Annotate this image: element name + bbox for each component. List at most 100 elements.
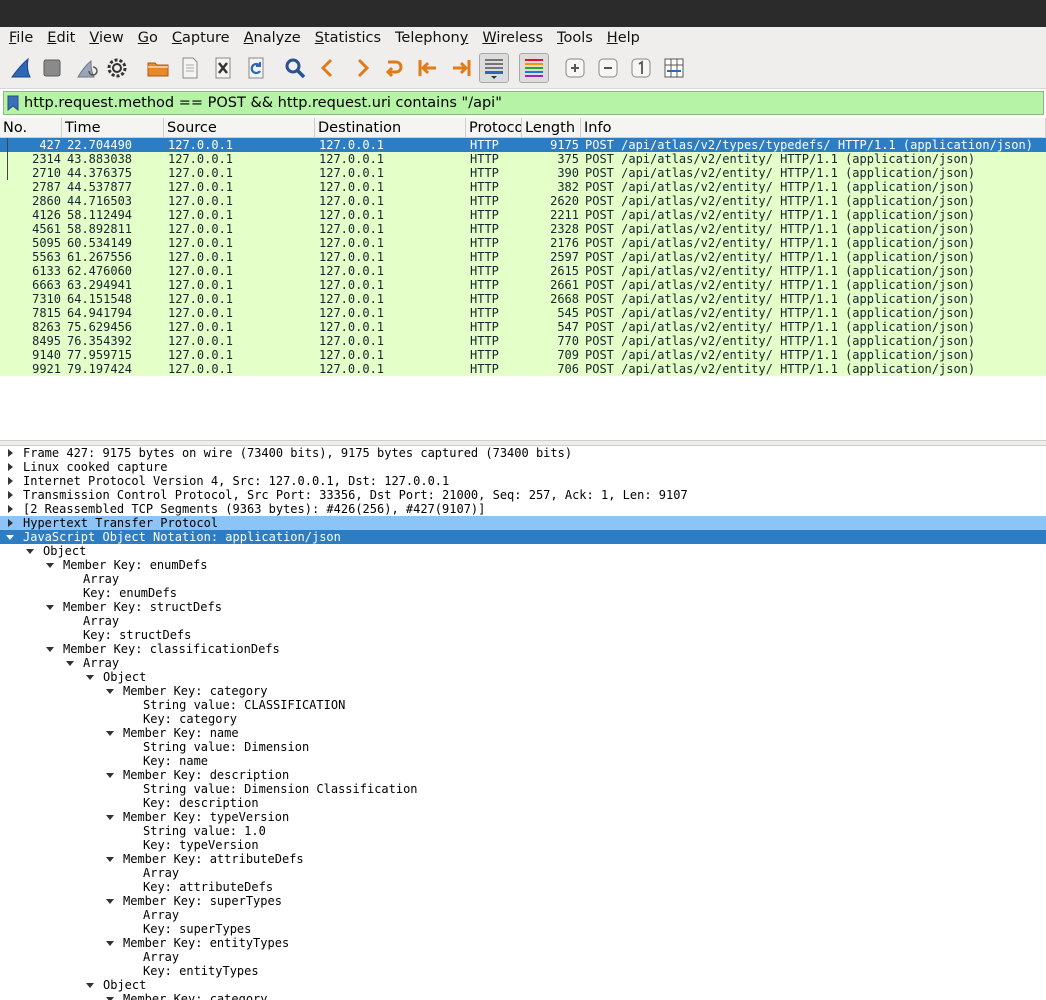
tree-item[interactable]: Object xyxy=(0,978,1046,992)
stop-icon[interactable] xyxy=(37,53,67,83)
shark-fin-icon[interactable] xyxy=(6,53,36,83)
file-icon[interactable] xyxy=(175,53,205,83)
go-forward-icon[interactable] xyxy=(347,53,377,83)
expand-arrow-icon[interactable] xyxy=(105,768,115,782)
tree-item[interactable]: Array xyxy=(0,572,1046,586)
tree-item[interactable]: Member Key: structDefs xyxy=(0,600,1046,614)
expand-arrow-icon[interactable] xyxy=(105,852,115,866)
display-filter-bar[interactable]: http.request.method == POST && http.requ… xyxy=(3,91,1044,115)
tree-item[interactable]: Object xyxy=(0,544,1046,558)
tree-item[interactable]: Key: structDefs xyxy=(0,628,1046,642)
tree-item[interactable]: Key: description xyxy=(0,796,1046,810)
tree-item[interactable]: Key: attributeDefs xyxy=(0,880,1046,894)
column-header[interactable]: Destination xyxy=(315,118,466,138)
tree-item[interactable]: Array xyxy=(0,656,1046,670)
table-row[interactable]: 5095 60.534149 127.0.0.1 127.0.0.1 HTTP 2176 P… xyxy=(0,236,1046,250)
autoscroll-icon[interactable] xyxy=(479,53,509,83)
tree-item[interactable]: Internet Protocol Version 4, Src: 127.0.… xyxy=(0,474,1046,488)
column-header[interactable]: Protoco xyxy=(466,118,522,138)
column-header[interactable]: Time xyxy=(62,118,164,138)
column-header[interactable]: Source xyxy=(164,118,315,138)
collapse-arrow-icon[interactable] xyxy=(5,446,15,460)
zoom-out-icon[interactable] xyxy=(593,53,623,83)
column-header[interactable]: Info xyxy=(581,118,1046,138)
options-gear-icon[interactable] xyxy=(102,53,132,83)
expand-arrow-icon[interactable] xyxy=(45,558,55,572)
tree-item[interactable]: Hypertext Transfer Protocol xyxy=(0,516,1046,530)
table-row[interactable]: 2860 44.716503 127.0.0.1 127.0.0.1 HTTP 2620 P… xyxy=(0,194,1046,208)
table-row[interactable]: 4561 58.892811 127.0.0.1 127.0.0.1 HTTP 2328 P… xyxy=(0,222,1046,236)
table-row[interactable]: 9921 79.197424 127.0.0.1 127.0.0.1 HTTP 706 PO… xyxy=(0,362,1046,376)
colorize-icon[interactable] xyxy=(519,53,549,83)
expand-arrow-icon[interactable] xyxy=(5,530,15,544)
tree-item[interactable]: Key: superTypes xyxy=(0,922,1046,936)
first-packet-icon[interactable] xyxy=(413,53,443,83)
collapse-arrow-icon[interactable] xyxy=(5,488,15,502)
tree-item[interactable]: String value: CLASSIFICATION xyxy=(0,698,1046,712)
reload-icon[interactable] xyxy=(241,53,271,83)
table-row[interactable]: 5563 61.267556 127.0.0.1 127.0.0.1 HTTP 2597 P… xyxy=(0,250,1046,264)
tree-item[interactable]: Key: enumDefs xyxy=(0,586,1046,600)
tree-item[interactable]: Linux cooked capture xyxy=(0,460,1046,474)
tree-item[interactable]: Key: entityTypes xyxy=(0,964,1046,978)
tree-item[interactable]: String value: Dimension Classification xyxy=(0,782,1046,796)
tree-item[interactable]: Key: category xyxy=(0,712,1046,726)
normal-size-icon[interactable] xyxy=(626,53,656,83)
tree-item[interactable]: Member Key: attributeDefs xyxy=(0,852,1046,866)
tree-item[interactable]: Member Key: entityTypes xyxy=(0,936,1046,950)
table-row[interactable]: 8263 75.629456 127.0.0.1 127.0.0.1 HTTP 547 PO… xyxy=(0,320,1046,334)
table-row[interactable]: 7310 64.151548 127.0.0.1 127.0.0.1 HTTP 2668 P… xyxy=(0,292,1046,306)
jump-to-icon[interactable] xyxy=(380,53,410,83)
table-row[interactable]: 2710 44.376375 127.0.0.1 127.0.0.1 HTTP 390 PO… xyxy=(0,166,1046,180)
table-row[interactable]: 2314 43.883038 127.0.0.1 127.0.0.1 HTTP 375 PO… xyxy=(0,152,1046,166)
tree-item[interactable]: Key: name xyxy=(0,754,1046,768)
expand-arrow-icon[interactable] xyxy=(45,600,55,614)
search-icon[interactable] xyxy=(280,53,310,83)
menu-item[interactable]: Go xyxy=(131,27,165,49)
tree-item[interactable]: Member Key: category xyxy=(0,684,1046,698)
tree-item[interactable]: Member Key: typeVersion xyxy=(0,810,1046,824)
expand-arrow-icon[interactable] xyxy=(105,894,115,908)
expand-arrow-icon[interactable] xyxy=(105,992,115,1000)
expand-arrow-icon[interactable] xyxy=(65,656,75,670)
menu-item[interactable]: Capture xyxy=(165,27,237,49)
open-folder-icon[interactable] xyxy=(143,53,173,83)
tree-item[interactable]: Array xyxy=(0,950,1046,964)
tree-item[interactable]: Member Key: category xyxy=(0,992,1046,1000)
tree-item[interactable]: Object xyxy=(0,670,1046,684)
column-header[interactable]: No. xyxy=(0,118,62,138)
table-row[interactable]: 6133 62.476060 127.0.0.1 127.0.0.1 HTTP 2615 P… xyxy=(0,264,1046,278)
expand-arrow-icon[interactable] xyxy=(85,978,95,992)
tree-item[interactable]: Key: typeVersion xyxy=(0,838,1046,852)
menu-item[interactable]: Tools xyxy=(550,27,600,49)
expand-arrow-icon[interactable] xyxy=(105,936,115,950)
table-row[interactable]: 4126 58.112494 127.0.0.1 127.0.0.1 HTTP 2211 P… xyxy=(0,208,1046,222)
tree-item[interactable]: Transmission Control Protocol, Src Port:… xyxy=(0,488,1046,502)
table-row[interactable]: 427 22.704490 127.0.0.1 127.0.0.1 HTTP 9175 PO… xyxy=(0,138,1046,152)
menu-item[interactable]: Analyze xyxy=(237,27,308,49)
tree-item[interactable]: JavaScript Object Notation: application/… xyxy=(0,530,1046,544)
expand-arrow-icon[interactable] xyxy=(105,810,115,824)
column-header[interactable]: Length xyxy=(522,118,581,138)
expand-arrow-icon[interactable] xyxy=(105,684,115,698)
menu-item[interactable]: File xyxy=(2,27,40,49)
menu-item[interactable]: View xyxy=(82,27,130,49)
last-packet-icon[interactable] xyxy=(446,53,476,83)
expand-arrow-icon[interactable] xyxy=(85,670,95,684)
tree-item[interactable]: Array xyxy=(0,614,1046,628)
table-row[interactable]: 9140 77.959715 127.0.0.1 127.0.0.1 HTTP 709 PO… xyxy=(0,348,1046,362)
zoom-in-icon[interactable] xyxy=(560,53,590,83)
table-row[interactable]: 8495 76.354392 127.0.0.1 127.0.0.1 HTTP 770 PO… xyxy=(0,334,1046,348)
tree-item[interactable]: [2 Reassembled TCP Segments (9363 bytes)… xyxy=(0,502,1046,516)
menu-item[interactable]: Statistics xyxy=(308,27,388,49)
menu-item[interactable]: Telephony xyxy=(388,27,475,49)
restart-icon[interactable] xyxy=(71,53,101,83)
bookmark-icon[interactable] xyxy=(4,92,22,114)
resize-columns-icon[interactable] xyxy=(659,53,689,83)
table-row[interactable]: 6663 63.294941 127.0.0.1 127.0.0.1 HTTP 2661 P… xyxy=(0,278,1046,292)
tree-item[interactable]: Frame 427: 9175 bytes on wire (73400 bit… xyxy=(0,446,1046,460)
menu-item[interactable]: Help xyxy=(600,27,647,49)
table-row[interactable]: 7815 64.941794 127.0.0.1 127.0.0.1 HTTP 545 PO… xyxy=(0,306,1046,320)
tree-item[interactable]: Member Key: enumDefs xyxy=(0,558,1046,572)
collapse-arrow-icon[interactable] xyxy=(5,502,15,516)
